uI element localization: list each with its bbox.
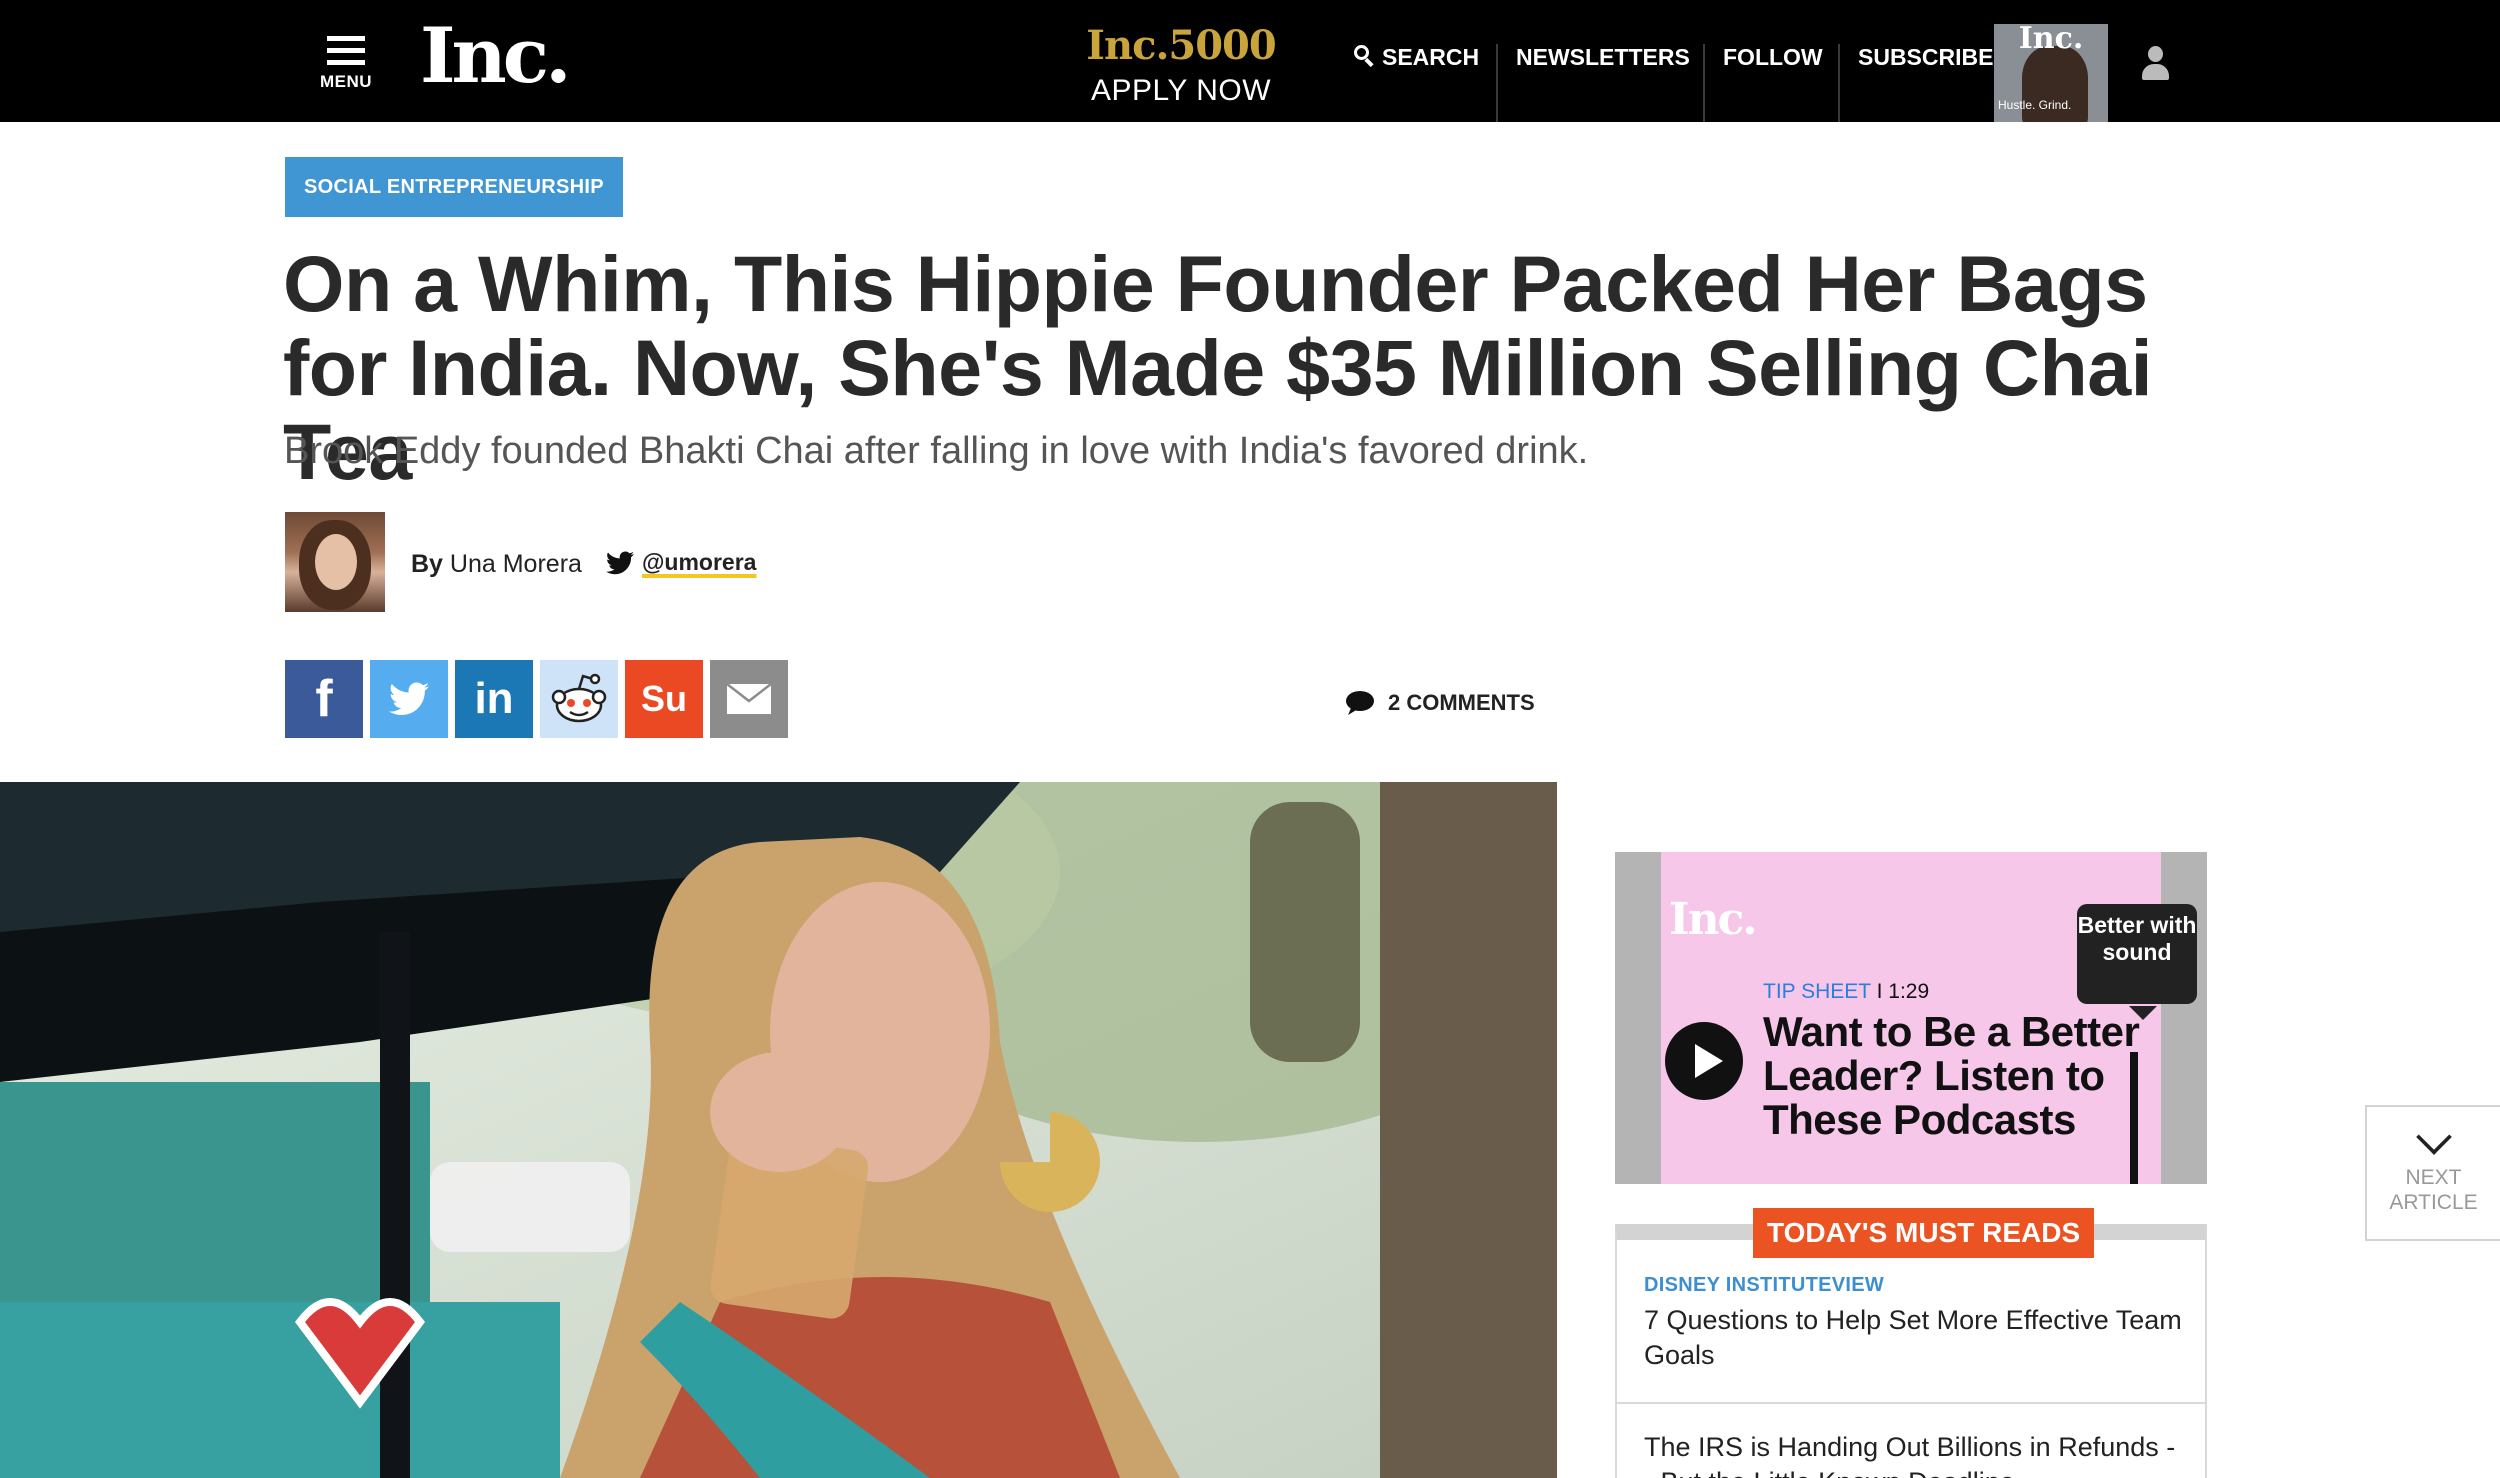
twitter-icon bbox=[389, 682, 429, 715]
nav-divider bbox=[1703, 44, 1705, 122]
menu-label: MENU bbox=[319, 72, 373, 91]
nav-search-label: SEARCH bbox=[1382, 44, 1480, 70]
author-twitter[interactable]: @umorera bbox=[606, 549, 756, 576]
nav-subscribe[interactable]: SUBSCRIBE bbox=[1858, 0, 1993, 122]
play-icon[interactable] bbox=[1665, 1022, 1743, 1100]
user-account-icon[interactable] bbox=[2140, 46, 2170, 82]
next-article-line2: ARTICLE bbox=[2389, 1191, 2478, 1214]
nav-subscribe-label: SUBSCRIBE bbox=[1858, 44, 1994, 70]
inc-logo[interactable]: Inc. bbox=[420, 18, 572, 94]
menu-button[interactable]: MENU bbox=[318, 36, 374, 96]
must-reads-divider bbox=[1617, 1402, 2205, 1404]
nav-follow-label: FOLLOW bbox=[1723, 44, 1823, 70]
nav-newsletters[interactable]: NEWSLETTERS bbox=[1516, 0, 1690, 122]
chevron-down-icon bbox=[2415, 1119, 2452, 1155]
must-reads-item[interactable]: The IRS is Handing Out Billions in Refun… bbox=[1644, 1424, 2184, 1478]
video-meta: TIP SHEET I 1:29 bbox=[1763, 980, 1929, 1004]
video-duration: 1:29 bbox=[1888, 980, 1930, 1003]
share-twitter-button[interactable] bbox=[370, 660, 448, 738]
linkedin-icon: in bbox=[474, 674, 514, 723]
share-facebook-button[interactable]: f bbox=[285, 660, 363, 738]
promo-title: Inc.5000 bbox=[1086, 22, 1276, 69]
inc5000-promo[interactable]: Inc.5000 APPLY NOW bbox=[1078, 26, 1284, 108]
hero-image bbox=[0, 782, 1557, 1478]
next-article-line1: NEXT bbox=[2405, 1166, 2462, 1189]
share-linkedin-button[interactable]: in bbox=[455, 660, 533, 738]
nav-newsletters-label: NEWSLETTERS bbox=[1516, 44, 1690, 70]
must-reads-kicker: DISNEY INSTITUTEVIEW bbox=[1644, 1274, 1885, 1296]
share-stumbleupon-button[interactable]: Su bbox=[625, 660, 703, 738]
must-reads-headline: The IRS is Handing Out Billions in Refun… bbox=[1644, 1432, 2176, 1478]
nav-divider bbox=[1838, 44, 1840, 122]
next-article-button[interactable]: NEXT ARTICLE bbox=[2365, 1105, 2500, 1241]
stumbleupon-icon: Su bbox=[640, 678, 687, 719]
cover-line: Hustle. Grind. bbox=[1998, 98, 2072, 112]
promo-cta: APPLY NOW bbox=[1090, 74, 1272, 107]
site-header: MENU Inc. Inc.5000 APPLY NOW SEARCH NEWS… bbox=[0, 0, 2500, 122]
share-reddit-button[interactable] bbox=[540, 660, 618, 738]
nav-follow[interactable]: FOLLOW bbox=[1723, 0, 1823, 122]
nav-divider bbox=[1496, 44, 1498, 122]
video-category: TIP SHEET bbox=[1763, 980, 1871, 1003]
author-avatar[interactable] bbox=[285, 512, 385, 612]
video-separator: I bbox=[1876, 980, 1883, 1003]
twitter-icon bbox=[606, 550, 634, 574]
author-name[interactable]: Una Morera bbox=[450, 550, 582, 578]
byline: By Una Morera bbox=[411, 550, 582, 579]
email-icon bbox=[726, 683, 772, 714]
video-player[interactable]: Inc. Better with sound TIP SHEET I 1:29 … bbox=[1615, 852, 2207, 1184]
nav-search[interactable]: SEARCH bbox=[1354, 0, 1479, 122]
better-with-sound-badge: Better with sound bbox=[2077, 904, 2197, 1020]
cover-masthead: Inc. bbox=[2018, 24, 2084, 56]
twitter-handle: @umorera bbox=[642, 549, 757, 575]
hamburger-icon bbox=[327, 36, 365, 66]
must-reads-item[interactable]: DISNEY INSTITUTEVIEW 7 Questions to Help… bbox=[1644, 1274, 2184, 1373]
article-dek: Brook Eddy founded Bhakti Chai after fal… bbox=[284, 430, 1589, 472]
video-volume-bar bbox=[2130, 1052, 2138, 1184]
facebook-icon: f bbox=[315, 670, 333, 728]
reddit-icon bbox=[551, 673, 607, 723]
video-title: Want to Be a Better Leader? Listen to Th… bbox=[1763, 1008, 2140, 1143]
magazine-cover[interactable]: Inc. Hustle. Grind. bbox=[1994, 24, 2108, 122]
share-email-button[interactable] bbox=[710, 660, 788, 738]
video-inc-logo: Inc. bbox=[1669, 894, 1758, 945]
must-reads-title: TODAY'S MUST READS bbox=[1753, 1208, 2095, 1258]
search-icon bbox=[1354, 45, 1374, 68]
category-tag[interactable]: SOCIAL ENTREPRENEURSHIP bbox=[285, 157, 623, 217]
comment-icon bbox=[1346, 691, 1374, 715]
comments-link[interactable]: 2 COMMENTS bbox=[1344, 690, 1535, 716]
byline-prefix: By bbox=[411, 550, 443, 578]
comments-count: 2 COMMENTS bbox=[1388, 690, 1535, 715]
must-reads-headline: 7 Questions to Help Set More Effective T… bbox=[1644, 1305, 2182, 1370]
